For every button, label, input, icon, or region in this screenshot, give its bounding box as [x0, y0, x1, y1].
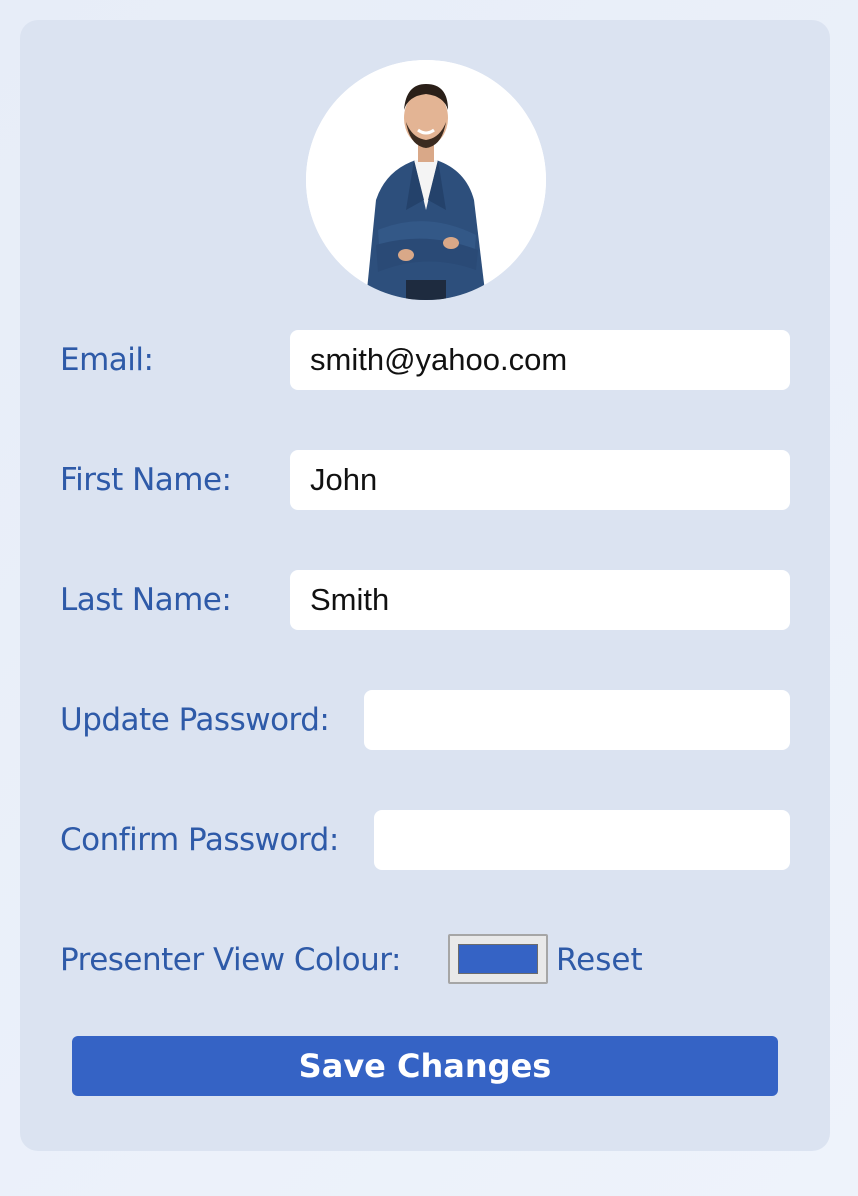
- last-name-label: Last Name:: [60, 582, 232, 618]
- user-photo-icon: [306, 60, 546, 300]
- last-name-input[interactable]: [290, 570, 790, 630]
- email-input[interactable]: [290, 330, 790, 390]
- confirm-password-input[interactable]: [374, 810, 790, 870]
- avatar: [306, 60, 546, 300]
- last-name-row: Last Name:: [60, 570, 790, 630]
- confirm-password-row: Confirm Password:: [60, 810, 790, 870]
- save-changes-button[interactable]: Save Changes: [72, 1036, 778, 1096]
- first-name-label: First Name:: [60, 462, 232, 498]
- presenter-colour-row: Presenter View Colour: Reset: [60, 930, 790, 990]
- update-password-input[interactable]: [364, 690, 790, 750]
- colour-picker-fill: [458, 944, 538, 974]
- reset-link[interactable]: Reset: [556, 942, 643, 978]
- colour-picker[interactable]: [448, 934, 548, 984]
- email-label: Email:: [60, 342, 154, 378]
- first-name-input[interactable]: [290, 450, 790, 510]
- confirm-password-label: Confirm Password:: [60, 822, 339, 858]
- update-password-row: Update Password:: [60, 690, 790, 750]
- profile-card: Email: First Name: Last Name: Update Pas…: [20, 20, 830, 1151]
- email-row: Email:: [60, 330, 790, 390]
- presenter-colour-label: Presenter View Colour:: [60, 942, 401, 978]
- first-name-row: First Name:: [60, 450, 790, 510]
- update-password-label: Update Password:: [60, 702, 330, 738]
